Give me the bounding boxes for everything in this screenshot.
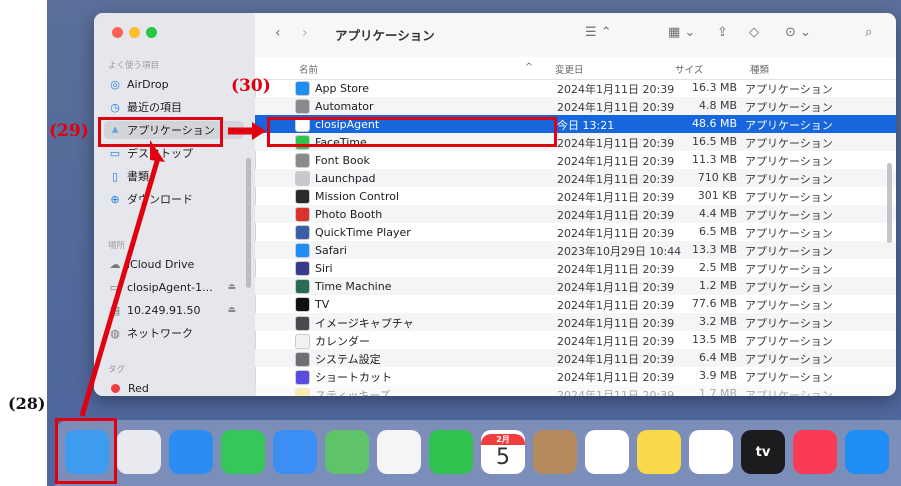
arrow-head-30: [252, 122, 266, 140]
step-29-label: (29): [49, 121, 89, 141]
annotation-arrows: [79, 122, 266, 417]
highlight-applications-sidebar: [98, 117, 223, 147]
step-30-label: (30): [231, 76, 271, 96]
highlight-finder-dock: [55, 418, 117, 484]
step-28-label: (28): [8, 394, 46, 413]
arrow-28-to-29: [79, 157, 161, 417]
highlight-closipagent-row: [267, 117, 557, 147]
